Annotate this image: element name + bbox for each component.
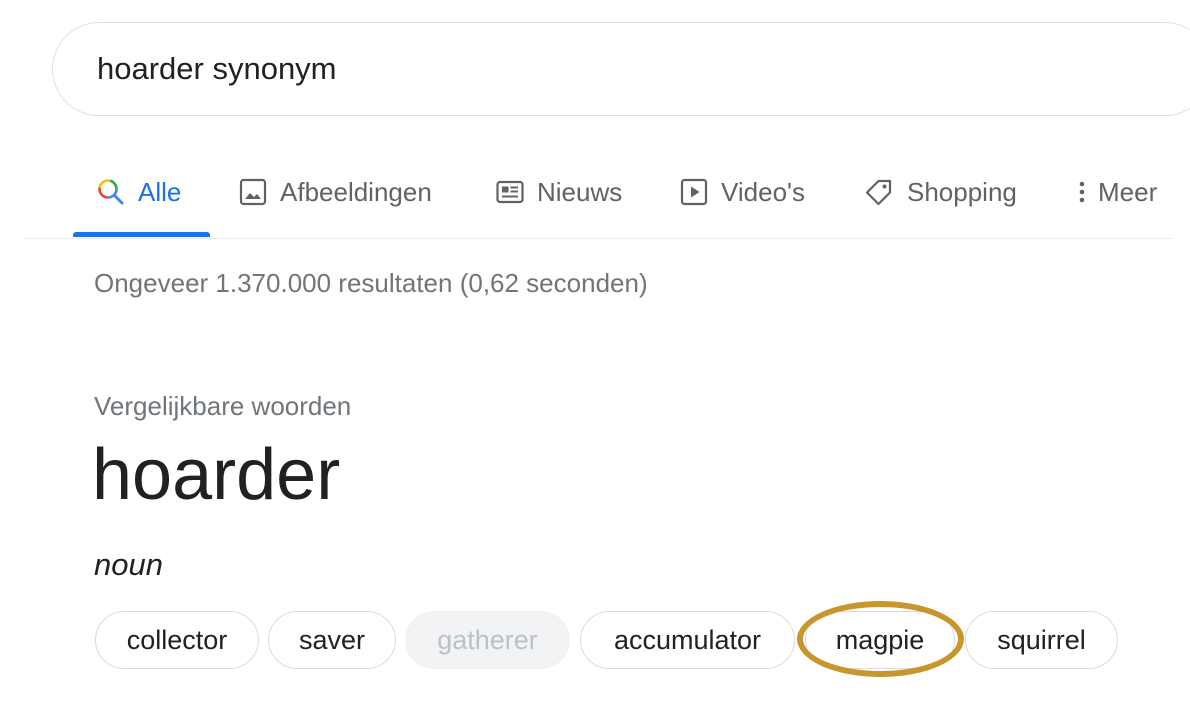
search-results-page: hoarder synonym Alle Afbeeldingen Nieuws… [0, 0, 1190, 716]
synonym-chip-label: gatherer [437, 624, 538, 655]
video-icon [679, 177, 709, 207]
result-stats: Ongeveer 1.370.000 resultaten (0,62 seco… [94, 268, 648, 298]
tab-shopping-label: Shopping [907, 176, 1017, 207]
tab-videos[interactable]: Video's [679, 172, 805, 212]
synonym-chip-label: collector [126, 624, 228, 655]
search-box[interactable]: hoarder synonym [52, 22, 1190, 116]
synonym-chip-magpie[interactable]: magpie [805, 611, 955, 669]
part-of-speech: noun [94, 547, 163, 582]
tab-meer-label: Meer [1098, 176, 1158, 207]
search-icon [96, 177, 126, 207]
tab-shopping[interactable]: Shopping [863, 172, 1017, 212]
synonym-chip-label: magpie [835, 624, 925, 655]
tab-nieuws[interactable]: Nieuws [495, 172, 622, 212]
tab-nieuws-label: Nieuws [537, 176, 623, 207]
tab-afbeeldingen-label: Afbeeldingen [280, 176, 432, 207]
news-icon [495, 177, 525, 207]
synonym-chip-label: accumulator [613, 624, 762, 655]
synonym-chip-saver[interactable]: saver [268, 611, 396, 669]
tag-icon [863, 176, 895, 208]
search-input[interactable]: hoarder synonym [97, 49, 337, 89]
synonym-chip-squirrel[interactable]: squirrel [965, 611, 1118, 669]
tab-alle[interactable]: Alle [96, 172, 181, 212]
active-tab-indicator [73, 232, 210, 237]
image-icon [238, 177, 268, 207]
synonym-chip-label: saver [298, 624, 366, 655]
tabs-divider [24, 238, 1172, 239]
synonym-chip-label: squirrel [997, 624, 1086, 655]
tab-alle-label: Alle [138, 176, 182, 207]
synonym-chip-collector[interactable]: collector [95, 611, 259, 669]
similar-words-label: Vergelijkbare woorden [94, 391, 352, 421]
headword: hoarder [92, 435, 341, 515]
tab-videos-label: Video's [721, 176, 805, 207]
more-vert-icon [1074, 177, 1090, 207]
tab-meer[interactable]: Meer [1074, 172, 1157, 212]
synonym-chip-accumulator[interactable]: accumulator [580, 611, 795, 669]
search-tabs: Alle Afbeeldingen Nieuws Video's Shoppin… [0, 160, 1190, 238]
synonym-chip-gatherer: gatherer [405, 611, 570, 669]
tab-afbeeldingen[interactable]: Afbeeldingen [238, 172, 432, 212]
